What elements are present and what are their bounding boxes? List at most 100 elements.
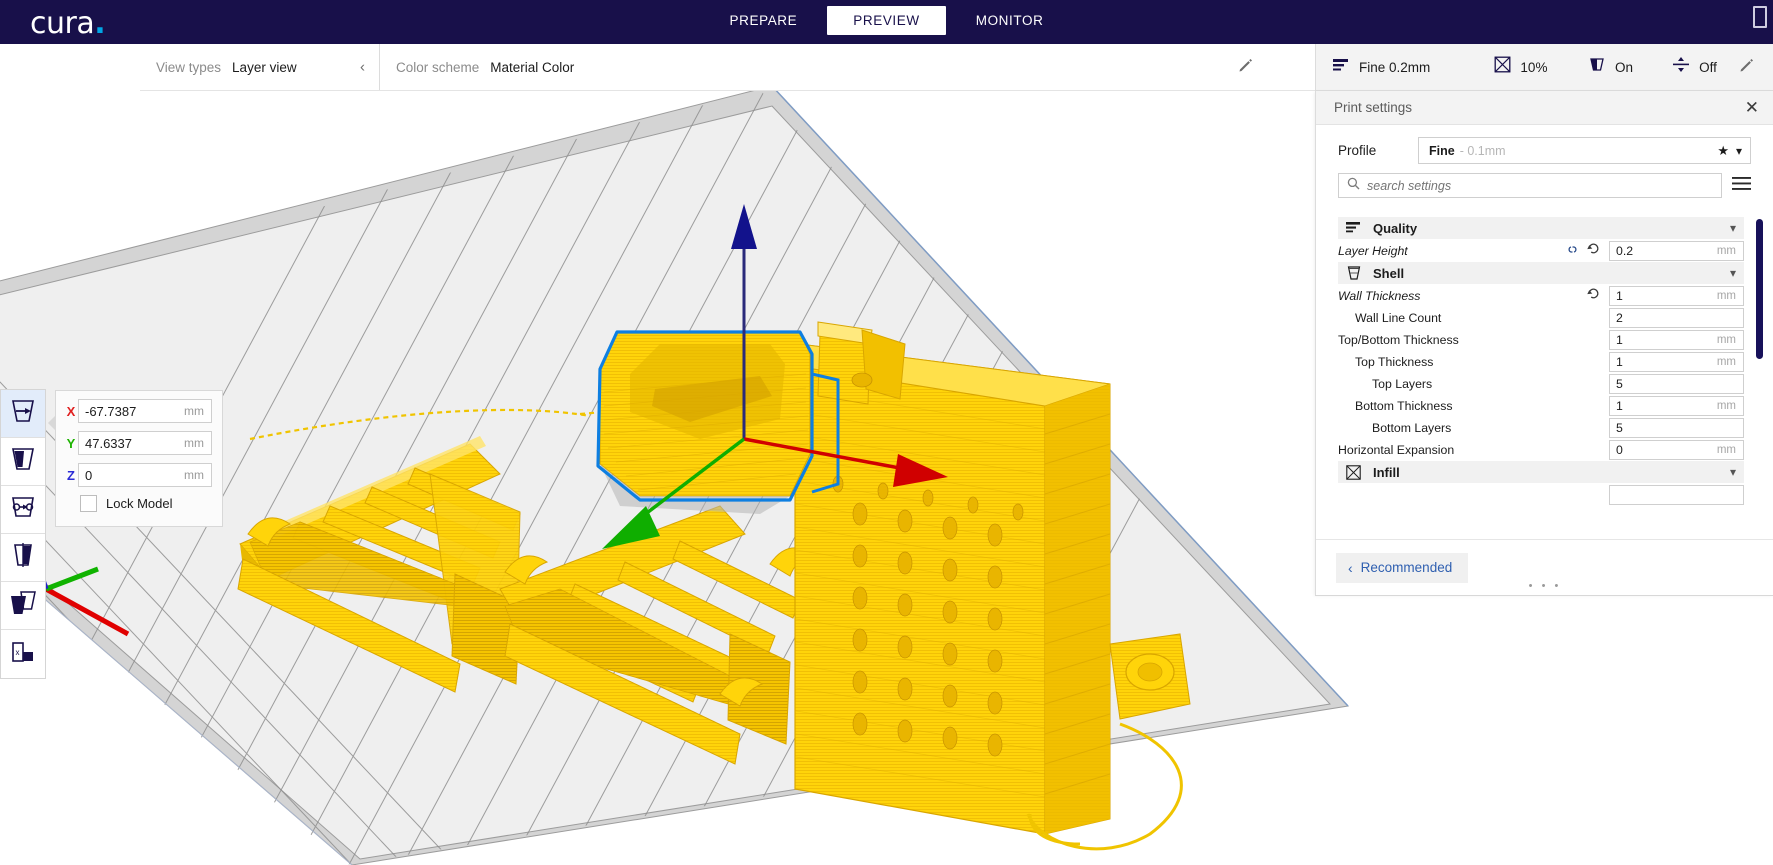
setting-wall-thickness-field[interactable]: 1 mm xyxy=(1609,285,1744,306)
setting-top-bottom-thickness-value: 1 xyxy=(1616,332,1623,347)
tab-monitor[interactable]: MONITOR xyxy=(950,6,1070,35)
setting-wall-thickness: Wall Thickness 1 mm xyxy=(1338,285,1744,306)
recommended-mode-label: Recommended xyxy=(1360,560,1453,575)
quick-settings-bar: Fine 0.2mm 10% On Off xyxy=(1315,44,1773,91)
quick-support[interactable]: On xyxy=(1588,56,1672,78)
view-settings-bar: View types Layer view ‹ Color scheme Mat… xyxy=(140,44,1315,91)
setting-top-bottom-thickness: Top/Bottom Thickness 1 mm xyxy=(1338,329,1744,350)
model-tools-toolbar: x xyxy=(0,389,46,679)
print-settings-header: Print settings ✕ xyxy=(1316,91,1773,125)
setting-top-bottom-thickness-field[interactable]: 1 mm xyxy=(1609,329,1744,350)
quick-infill[interactable]: 10% xyxy=(1494,56,1588,78)
maximize-window-icon[interactable] xyxy=(1753,6,1767,28)
setting-horizontal-expansion-field[interactable]: 0 mm xyxy=(1609,439,1744,460)
move-tool-button[interactable] xyxy=(1,390,45,438)
axis-label-y: Y xyxy=(66,435,76,451)
position-row-x: X -67.7387 mm xyxy=(64,399,212,423)
profile-label: Profile xyxy=(1338,143,1377,158)
tab-preview[interactable]: PREVIEW xyxy=(827,6,946,35)
chevron-down-icon[interactable]: ▾ xyxy=(1730,221,1736,235)
category-infill[interactable]: Infill ▾ xyxy=(1338,461,1744,483)
recommended-mode-button[interactable]: ‹ Recommended xyxy=(1336,552,1469,583)
chevron-down-icon[interactable]: ▾ xyxy=(1730,465,1736,479)
settings-scrollbar-track[interactable] xyxy=(1755,219,1763,544)
search-settings-box[interactable] xyxy=(1338,173,1722,198)
profile-dropdown[interactable]: Fine - 0.1mm ★ ▾ xyxy=(1418,137,1751,164)
profile-row: Profile Fine - 0.1mm ★ ▾ xyxy=(1316,125,1773,164)
support-blocker-button[interactable]: x xyxy=(1,630,45,678)
setting-horizontal-expansion-unit: mm xyxy=(1716,443,1736,456)
position-input-x[interactable]: -67.7387 mm xyxy=(78,399,212,423)
infill-icon xyxy=(1346,464,1362,480)
setting-row-partial xyxy=(1338,484,1744,505)
setting-top-thickness-label: Top Thickness xyxy=(1355,354,1434,369)
setting-top-layers-field[interactable]: 5 xyxy=(1609,373,1744,394)
setting-bottom-thickness-label: Bottom Thickness xyxy=(1355,398,1453,413)
quick-layer-height-label: Fine 0.2mm xyxy=(1359,59,1431,75)
category-shell[interactable]: Shell ▾ xyxy=(1338,262,1744,284)
quality-icon xyxy=(1346,221,1362,235)
profile-value: Fine xyxy=(1429,143,1455,158)
setting-partial-field[interactable] xyxy=(1609,484,1744,505)
view-types-value: Layer view xyxy=(232,59,297,75)
setting-wall-line-count-field[interactable]: 2 xyxy=(1609,307,1744,328)
quick-infill-label: 10% xyxy=(1520,59,1548,75)
settings-scrollbar-thumb[interactable] xyxy=(1756,219,1763,359)
setting-top-thickness-unit: mm xyxy=(1716,355,1736,368)
per-model-settings-button[interactable] xyxy=(1,582,45,630)
pencil-icon[interactable] xyxy=(1238,57,1258,77)
lock-model-row[interactable]: Lock Model xyxy=(80,495,212,512)
link-icon[interactable] xyxy=(1566,242,1579,260)
quick-edit-pencil-icon[interactable] xyxy=(1739,57,1755,78)
revert-icon[interactable] xyxy=(1587,242,1600,260)
setting-wall-line-count-label: Wall Line Count xyxy=(1355,310,1442,325)
move-icon xyxy=(9,398,37,429)
position-value-z: 0 xyxy=(85,467,93,483)
position-value-x: -67.7387 xyxy=(85,403,137,419)
lock-model-checkbox[interactable] xyxy=(80,495,97,512)
color-scheme-selector[interactable]: Color scheme Material Color xyxy=(380,44,1272,90)
search-input[interactable] xyxy=(1367,178,1713,193)
tab-prepare[interactable]: PREPARE xyxy=(704,6,824,35)
mirror-tool-button[interactable] xyxy=(1,534,45,582)
color-scheme-label: Color scheme xyxy=(396,59,480,75)
quick-adhesion[interactable]: Off xyxy=(1672,56,1739,78)
view-types-label: View types xyxy=(156,59,222,75)
chevron-down-icon[interactable]: ▾ xyxy=(1736,144,1742,158)
setting-bottom-layers-field[interactable]: 5 xyxy=(1609,417,1744,438)
panel-resize-grip[interactable]: • • • xyxy=(1529,580,1562,592)
view-types-selector[interactable]: View types Layer view ‹ xyxy=(140,44,380,90)
close-icon[interactable]: ✕ xyxy=(1745,99,1759,116)
setting-top-thickness-field[interactable]: 1 mm xyxy=(1609,351,1744,372)
setting-wall-line-count: Wall Line Count 2 xyxy=(1338,307,1744,328)
star-icon[interactable]: ★ xyxy=(1717,143,1729,159)
hamburger-icon[interactable] xyxy=(1732,176,1751,196)
chevron-left-icon[interactable]: ‹ xyxy=(360,59,365,76)
profile-subtext: - 0.1mm xyxy=(1459,143,1506,158)
chevron-down-icon[interactable]: ▾ xyxy=(1730,266,1736,280)
color-scheme-value: Material Color xyxy=(490,59,575,75)
position-row-z: Z 0 mm xyxy=(64,463,212,487)
print-settings-title: Print settings xyxy=(1334,100,1413,115)
category-quality[interactable]: Quality ▾ xyxy=(1338,217,1744,239)
mirror-icon xyxy=(9,542,37,573)
position-input-y[interactable]: 47.6337 mm xyxy=(78,431,212,455)
setting-layer-height-field[interactable]: 0.2 mm xyxy=(1609,240,1744,261)
setting-top-bottom-thickness-unit: mm xyxy=(1716,333,1736,346)
quick-layer-height[interactable]: Fine 0.2mm xyxy=(1332,57,1494,78)
setting-layer-height-icons xyxy=(1566,242,1609,260)
setting-horizontal-expansion-label: Horizontal Expansion xyxy=(1338,442,1455,457)
support-icon xyxy=(1588,56,1606,78)
setting-bottom-thickness-unit: mm xyxy=(1716,399,1736,412)
position-unit-x: mm xyxy=(184,404,204,418)
setting-bottom-thickness: Bottom Thickness 1 mm xyxy=(1338,395,1744,416)
support-blocker-icon: x xyxy=(10,640,36,669)
position-input-z[interactable]: 0 mm xyxy=(78,463,212,487)
settings-list[interactable]: Quality ▾ Layer Height 0.2 mm Shell ▾ Wa… xyxy=(1316,217,1773,547)
setting-bottom-thickness-field[interactable]: 1 mm xyxy=(1609,395,1744,416)
scale-tool-button[interactable] xyxy=(1,438,45,486)
revert-icon[interactable] xyxy=(1587,287,1600,305)
panel-bottom-edge xyxy=(1315,595,1773,596)
rotate-tool-button[interactable] xyxy=(1,486,45,534)
chevron-left-icon: ‹ xyxy=(1348,559,1353,576)
